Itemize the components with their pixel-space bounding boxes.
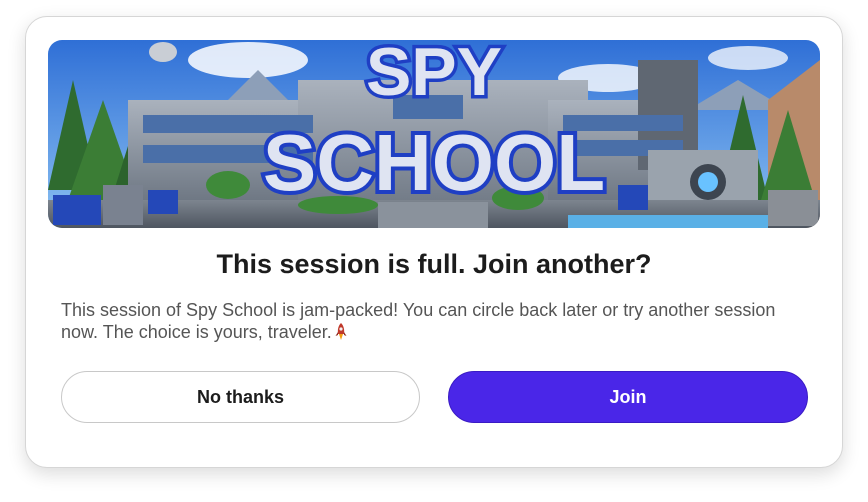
join-button[interactable]: Join — [448, 371, 808, 423]
session-full-dialog: SPY SCHOOL This session is full. Join an… — [25, 16, 843, 468]
banner-title-line2: SCHOOL — [263, 118, 605, 207]
dialog-message-text: This session of Spy School is jam-packed… — [61, 300, 776, 342]
no-thanks-button[interactable]: No thanks — [61, 371, 420, 423]
dialog-message: This session of Spy School is jam-packed… — [61, 299, 811, 343]
game-banner-image: SPY SCHOOL — [48, 40, 820, 228]
rocket-icon — [335, 323, 347, 341]
banner-title-line1: SPY — [366, 40, 502, 110]
dialog-title: This session is full. Join another? — [216, 249, 652, 279]
